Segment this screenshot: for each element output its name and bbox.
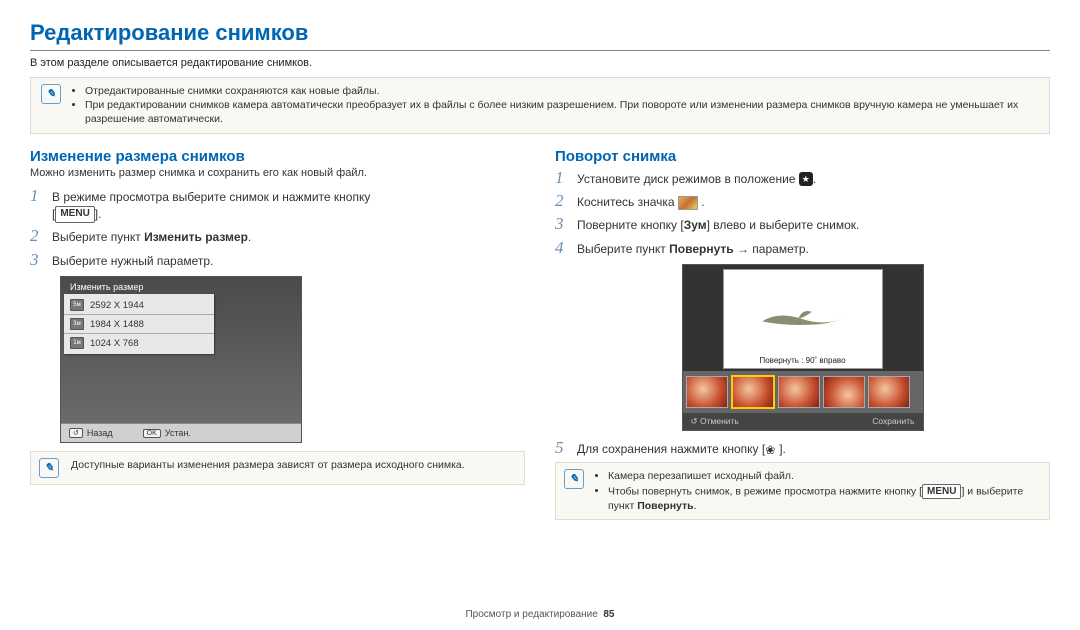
size-label: 1024 X 768 <box>90 338 139 349</box>
thumbnail[interactable] <box>823 376 865 408</box>
menu-icon: MENU <box>55 206 94 223</box>
step-number: 3 <box>30 251 44 270</box>
note-text: Чтобы повернуть снимок, в режиме просмот… <box>608 485 922 497</box>
preview-image: Повернуть : 90˚ вправо <box>723 269 883 369</box>
step-text: Установите диск режимов в положение <box>577 172 799 186</box>
back-label: Назад <box>87 428 113 438</box>
step-body: Для сохранения нажмите кнопку [❀]. <box>577 439 1050 458</box>
note-item: Отредактированные снимки сохраняются как… <box>85 84 1039 98</box>
global-note: ✎ Отредактированные снимки сохраняются к… <box>30 77 1050 134</box>
step-text: . <box>813 172 816 186</box>
back-button[interactable]: ↺ Назад <box>69 428 113 438</box>
bracket-close: ]. <box>95 207 102 221</box>
macro-icon: ❀ <box>765 442 779 456</box>
screenshot-title: Изменить размер <box>64 280 298 294</box>
thumbnail[interactable] <box>868 376 910 408</box>
note-icon: ✎ <box>564 469 584 489</box>
step-number: 4 <box>555 239 569 258</box>
page-number: 85 <box>603 609 614 620</box>
step-text: → параметр. <box>734 242 809 256</box>
step-body: Выберите нужный параметр. <box>52 251 525 270</box>
resolution-icon: 5м <box>70 299 84 311</box>
size-option[interactable]: 3м 1984 X 1488 <box>64 315 214 334</box>
page-title: Редактирование снимков <box>30 20 1050 46</box>
mode-dial-icon: ★ <box>799 172 813 186</box>
screenshot-footer: ↺ Отменить Сохранить <box>683 413 923 430</box>
step-text-bold: Зум <box>684 218 707 232</box>
step-text: . <box>698 195 705 209</box>
magic-frame-icon <box>678 196 698 210</box>
note-item: Чтобы повернуть снимок, в режиме просмот… <box>608 484 1041 514</box>
rotate-heading: Поворот снимка <box>555 148 1050 165</box>
rotate-note: ✎ Камера перезапишет исходный файл. Чтоб… <box>555 462 1050 520</box>
size-list: 5м 2592 X 1944 3м 1984 X 1488 1м 1024 X 768 <box>64 294 214 354</box>
rotate-caption: Повернуть : 90˚ вправо <box>724 355 882 366</box>
step-number: 5 <box>555 439 569 458</box>
cancel-label: Отменить <box>700 416 739 426</box>
step-number: 3 <box>555 215 569 234</box>
menu-icon: MENU <box>922 484 961 500</box>
step-body: Коснитесь значка . <box>577 192 1050 211</box>
note-icon: ✎ <box>39 458 59 478</box>
undo-icon: ↺ <box>691 416 698 426</box>
step-number: 1 <box>30 187 44 224</box>
note-item: При редактировании снимков камера автома… <box>85 98 1039 126</box>
step-body: Выберите пункт Повернуть → параметр. <box>577 239 1050 258</box>
bird-illustration <box>739 307 865 331</box>
title-rule <box>30 50 1050 51</box>
save-button[interactable]: Сохранить <box>872 416 914 427</box>
step-text-bold: Изменить размер <box>144 230 248 244</box>
note-text-bold: Повернуть <box>637 500 693 512</box>
step-body: В режиме просмотра выберите снимок и наж… <box>52 187 525 224</box>
resize-heading: Изменение размера снимков <box>30 148 525 165</box>
screenshot-rotate: Повернуть : 90˚ вправо ↺ Отменить Сохран… <box>682 264 924 431</box>
column-rotate: Поворот снимка 1 Установите диск режимов… <box>555 148 1050 521</box>
step-text: Выберите пункт <box>577 242 669 256</box>
note-text: Доступные варианты изменения размера зав… <box>71 458 465 472</box>
footer-section: Просмотр и редактирование <box>465 609 597 620</box>
step-body: Поверните кнопку [Зум] влево и выберите … <box>577 215 1050 234</box>
step-body: Установите диск режимов в положение ★. <box>577 169 1050 188</box>
step-text: Коснитесь значка <box>577 195 678 209</box>
intro-text: В этом разделе описывается редактировани… <box>30 57 1050 69</box>
step-text: ]. <box>779 442 786 456</box>
step-number: 1 <box>555 169 569 188</box>
screenshot-footer: ↺ Назад OK Устан. <box>61 423 301 442</box>
size-label: 2592 X 1944 <box>90 300 144 311</box>
step-text: Выберите пункт <box>52 230 144 244</box>
step-body: Выберите пункт Изменить размер. <box>52 227 525 246</box>
thumbnail[interactable] <box>778 376 820 408</box>
resize-note: ✎ Доступные варианты изменения размера з… <box>30 451 525 485</box>
ok-label: Устан. <box>165 428 191 438</box>
thumbnail[interactable] <box>686 376 728 408</box>
note-content: Камера перезапишет исходный файл. Чтобы … <box>596 469 1041 513</box>
ok-button[interactable]: OK Устан. <box>143 428 191 438</box>
note-icon: ✎ <box>41 84 61 104</box>
size-option[interactable]: 5м 2592 X 1944 <box>64 296 214 315</box>
size-option[interactable]: 1м 1024 X 768 <box>64 334 214 352</box>
step-text-bold: Повернуть <box>669 242 734 256</box>
page-footer: Просмотр и редактирование 85 <box>0 609 1080 620</box>
note-item: Камера перезапишет исходный файл. <box>608 469 1041 483</box>
screenshot-resize: Изменить размер 5м 2592 X 1944 3м 1984 X 1… <box>60 276 302 443</box>
back-icon: ↺ <box>69 428 83 438</box>
resize-subintro: Можно изменить размер снимка и сохранить… <box>30 167 525 179</box>
step-text: ] влево и выберите снимок. <box>707 218 860 232</box>
step-text: . <box>248 230 251 244</box>
resolution-icon: 3м <box>70 318 84 330</box>
resolution-icon: 1м <box>70 337 84 349</box>
cancel-button[interactable]: ↺ Отменить <box>691 416 739 427</box>
step-number: 2 <box>555 192 569 211</box>
column-resize: Изменение размера снимков Можно изменить… <box>30 148 525 521</box>
thumbnail-strip <box>683 371 923 413</box>
size-label: 1984 X 1488 <box>90 319 144 330</box>
step-text: Для сохранения нажмите кнопку [ <box>577 442 765 456</box>
step-text: Поверните кнопку [ <box>577 218 684 232</box>
ok-icon: OK <box>143 429 161 438</box>
note-content: Отредактированные снимки сохраняются как… <box>73 84 1039 127</box>
note-text: . <box>694 500 697 512</box>
thumbnail-selected[interactable] <box>731 375 775 409</box>
step-text: В режиме просмотра выберите снимок и наж… <box>52 190 370 204</box>
step-number: 2 <box>30 227 44 246</box>
